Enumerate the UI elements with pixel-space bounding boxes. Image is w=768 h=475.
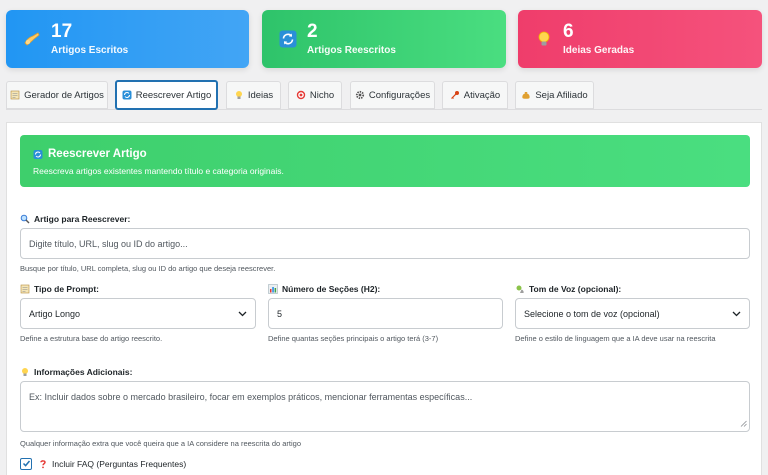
stat-label: Ideias Geradas (563, 45, 635, 56)
tab-niche[interactable]: Nicho (288, 81, 342, 109)
additional-info-help: Qualquer informação extra que você queir… (20, 439, 302, 448)
rewrite-panel: Reescrever Artigo Reescreva artigos exis… (6, 122, 762, 475)
memo-icon (20, 284, 30, 294)
tone-value: Selecione o tom de voz (opcional) (524, 308, 660, 319)
tone-help: Define o estilo de linguagem que a IA de… (515, 334, 716, 343)
resize-handle-icon[interactable] (740, 419, 747, 429)
sections-help: Define quantas seções principais o artig… (268, 334, 439, 343)
key-icon (450, 90, 460, 100)
additional-info-label: Informações Adicionais: (20, 367, 132, 377)
faq-checkbox-label[interactable]: Incluir FAQ (Perguntas Frequentes) (38, 459, 186, 469)
tab-rewrite-article[interactable]: Reescrever Artigo (115, 80, 218, 110)
chevron-down-icon (732, 310, 741, 320)
prompt-type-value: Artigo Longo (29, 308, 81, 319)
refresh-icon (33, 149, 43, 159)
speech-icon (515, 284, 525, 294)
money-bag-icon (521, 90, 531, 100)
gear-icon (355, 90, 365, 100)
tab-bar: Gerador de Artigos Reescrever Artigo Ide… (6, 80, 762, 110)
stats-row: 17 Artigos Escritos 2 Artigos Reescritos… (6, 10, 762, 68)
tab-label: Ativação (463, 89, 501, 101)
tab-settings[interactable]: Configurações (350, 81, 435, 109)
magnifier-icon (20, 214, 30, 224)
stat-value: 17 (51, 21, 73, 42)
checkmark-icon (22, 455, 31, 473)
faq-checkbox[interactable] (20, 458, 32, 470)
tab-label: Seja Afiliado (535, 89, 588, 101)
section-header: Reescrever Artigo Reescreva artigos exis… (20, 135, 750, 187)
sections-value: 5 (277, 308, 283, 319)
stat-label: Artigos Escritos (51, 45, 129, 56)
tab-activation[interactable]: Ativação (442, 81, 508, 109)
refresh-icon (278, 29, 298, 49)
target-icon (296, 90, 306, 100)
section-title: Reescrever Artigo (48, 148, 147, 160)
chevron-down-icon (238, 310, 247, 320)
additional-info-textarea[interactable]: Ex: Incluir dados sobre o mercado brasil… (20, 381, 750, 432)
stat-value: 2 (307, 21, 318, 42)
tab-label: Gerador de Artigos (24, 89, 104, 101)
stat-card-ideas-generated: 6 Ideias Geradas (518, 10, 762, 68)
tone-label: Tom de Voz (opcional): (515, 284, 621, 294)
prompt-type-label: Tipo de Prompt: (20, 284, 99, 294)
refresh-icon (122, 90, 132, 100)
sections-label: Número de Seções (H2): (268, 284, 380, 294)
additional-info-placeholder: Ex: Incluir dados sobre o mercado brasil… (29, 392, 473, 402)
section-subtitle: Reescreva artigos existentes mantendo tí… (33, 166, 284, 176)
article-search-input[interactable]: Digite título, URL, slug ou ID do artigo… (20, 228, 750, 259)
memo-icon (10, 90, 20, 100)
lightbulb-icon (20, 367, 30, 377)
article-field-help: Busque por título, URL completa, slug ou… (20, 264, 276, 273)
writing-hand-icon (22, 29, 42, 49)
prompt-type-select[interactable]: Artigo Longo (20, 298, 256, 329)
question-mark-icon (38, 459, 48, 469)
sections-number-input[interactable]: 5 (268, 298, 503, 329)
tab-affiliate[interactable]: Seja Afiliado (515, 81, 594, 109)
lightbulb-icon (234, 90, 244, 100)
tab-label: Ideias (247, 89, 274, 101)
tone-select[interactable]: Selecione o tom de voz (opcional) (515, 298, 750, 329)
tab-article-generator[interactable]: Gerador de Artigos (6, 81, 108, 109)
tab-label: Nicho (309, 89, 335, 101)
tab-ideas[interactable]: Ideias (226, 81, 281, 109)
prompt-type-help: Define a estrutura base do artigo reescr… (20, 334, 163, 343)
bar-chart-icon (268, 284, 278, 294)
stat-card-articles-rewritten: 2 Artigos Reescritos (262, 10, 506, 68)
stat-card-articles-written: 17 Artigos Escritos (6, 10, 249, 68)
article-field-label: Artigo para Reescrever: (20, 214, 130, 224)
tab-label: Configurações (368, 89, 431, 101)
stat-value: 6 (563, 21, 574, 42)
tab-label: Reescrever Artigo (135, 89, 212, 101)
lightbulb-icon (534, 29, 554, 49)
stat-label: Artigos Reescritos (307, 45, 396, 56)
article-search-placeholder: Digite título, URL, slug ou ID do artigo… (29, 238, 188, 249)
